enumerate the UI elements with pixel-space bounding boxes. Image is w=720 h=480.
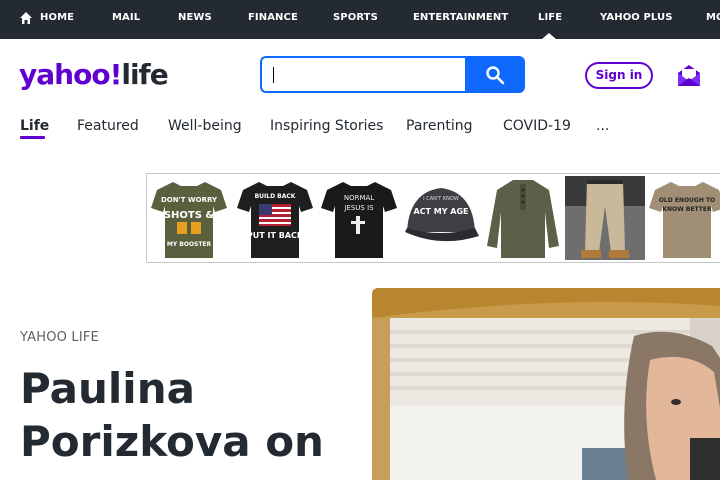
ad-text: MY BOOSTER	[167, 241, 212, 248]
pants-image	[565, 176, 645, 260]
tab-more[interactable]: ...	[596, 118, 609, 134]
nav-life-link[interactable]: LIFE	[538, 12, 562, 23]
tshirt-image: DON'T WORRY SHOTS & MY BOOSTER	[151, 182, 227, 258]
tab-well-being[interactable]: Well-being	[168, 118, 242, 134]
ad-text: JESUS IS	[343, 204, 374, 212]
active-tab-underline	[20, 136, 45, 139]
nav-yahoo-plus-link[interactable]: YAHOO PLUS	[600, 12, 673, 23]
nav-entertainment-link[interactable]: ENTERTAINMENT	[413, 12, 508, 23]
tshirt-image: NORMAL JESUS IS	[321, 182, 397, 258]
top-nav-bar: HOME MAIL NEWS FINANCE SPORTS ENTERTAINM…	[0, 0, 720, 39]
logo-yahoo-text: yahoo	[19, 58, 111, 91]
ad-text: ACT MY AGE	[413, 207, 468, 216]
ad-product-tile[interactable]: I CAN'T KNOW ACT MY AGE	[401, 176, 481, 260]
active-nav-indicator	[542, 33, 556, 39]
tab-covid-19[interactable]: COVID-19	[503, 118, 571, 134]
yahoo-life-logo[interactable]: yahoo!life	[19, 58, 169, 98]
tab-life[interactable]: Life	[20, 118, 49, 134]
ad-text: OLD ENOUGH TO	[659, 197, 715, 204]
ad-text: KNOW BETTER	[662, 206, 712, 213]
hero-photo	[372, 288, 720, 480]
ad-product-tile[interactable]: NORMAL JESUS IS	[319, 176, 399, 260]
nav-sports-link[interactable]: SPORTS	[333, 12, 378, 23]
ad-text: SHOTS &	[164, 210, 215, 221]
article-category-label[interactable]: YAHOO LIFE	[20, 330, 99, 345]
ad-banner[interactable]: DON'T WORRY SHOTS & MY BOOSTER BUILD BAC…	[146, 173, 720, 263]
text-cursor	[273, 67, 274, 83]
ad-text: BUILD BACK	[255, 193, 296, 200]
ad-product-tile[interactable]	[565, 176, 645, 260]
nav-news-link[interactable]: NEWS	[178, 12, 212, 23]
ad-product-tile[interactable]	[483, 176, 563, 260]
search-input[interactable]	[260, 56, 466, 93]
nav-finance-link[interactable]: FINANCE	[248, 12, 298, 23]
tshirt-image: OLD ENOUGH TO KNOW BETTER	[649, 182, 720, 258]
ad-text: DON'T WORRY	[161, 196, 218, 204]
tshirt-image: BUILD BACK PUT IT BACK	[237, 182, 313, 258]
tab-inspiring-stories[interactable]: Inspiring Stories	[270, 118, 383, 134]
logo-life-text: life	[121, 58, 168, 91]
tab-featured[interactable]: Featured	[77, 118, 139, 134]
ad-text: PUT IT BACK	[247, 231, 304, 240]
cap-image: I CAN'T KNOW ACT MY AGE	[405, 188, 479, 242]
ad-text: I CAN'T KNOW	[423, 196, 459, 202]
home-icon	[20, 12, 32, 24]
logo-bang-text: !	[109, 58, 123, 91]
search-button[interactable]	[465, 56, 525, 93]
article-hero-image[interactable]	[372, 288, 720, 480]
ad-product-tile[interactable]: BUILD BACK PUT IT BACK	[235, 176, 315, 260]
sign-in-button[interactable]: Sign in	[585, 62, 653, 89]
article-headline[interactable]: Paulina Porizkova on	[20, 362, 360, 468]
ad-text: NORMAL	[344, 194, 374, 202]
search-icon	[486, 66, 505, 85]
nav-mail-link[interactable]: MAIL	[112, 12, 140, 23]
ad-product-tile[interactable]: OLD ENOUGH TO KNOW BETTER	[647, 176, 720, 260]
tab-parenting[interactable]: Parenting	[406, 118, 472, 134]
mail-icon[interactable]	[676, 62, 702, 88]
nav-more-link[interactable]: MO	[706, 12, 720, 23]
henley-shirt-image	[487, 180, 559, 258]
ad-product-tile[interactable]: DON'T WORRY SHOTS & MY BOOSTER	[149, 176, 229, 260]
nav-home-link[interactable]: HOME	[40, 12, 74, 23]
